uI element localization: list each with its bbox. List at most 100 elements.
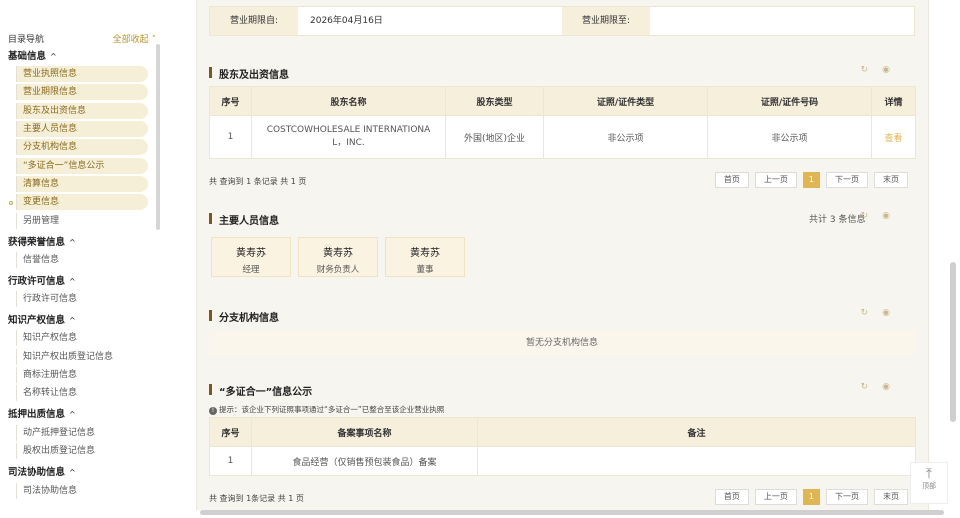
- view-detail-link[interactable]: 查看: [871, 115, 916, 159]
- eye-icon[interactable]: ◉: [882, 65, 904, 75]
- refresh-icon[interactable]: ↻: [861, 211, 883, 221]
- refresh-icon[interactable]: ↻: [861, 308, 883, 318]
- group-mortgage[interactable]: 抵押出质信息 ^: [8, 406, 76, 420]
- multi-cert-table: 序号 备案事项名称 备注 1 食品经营（仅销售预包装食品）备案: [209, 417, 916, 476]
- group-honors[interactable]: 获得荣誉信息 ^: [8, 234, 76, 248]
- first-page-button[interactable]: 首页: [714, 172, 749, 188]
- collapse-all-button[interactable]: 全部收起 ˄: [113, 32, 156, 45]
- last-page-button[interactable]: 末页: [874, 489, 908, 505]
- sidebar-item-personnel[interactable]: 主要人员信息: [16, 121, 148, 137]
- group-admin-license[interactable]: 行政许可信息 ^: [8, 273, 76, 287]
- personnel-title: 主要人员信息: [209, 212, 279, 227]
- multi-cert-hint-text: 提示：该企业下列证照事项通过“多证合一”已整合至该企业营业执照: [219, 405, 445, 414]
- cell-name: COSTCOWHOLESALE INTERNATIONAL，INC.: [251, 115, 446, 159]
- multi-cert-table-wrap: 序号 备案事项名称 备注 1 食品经营（仅销售预包装食品）备案: [209, 417, 916, 476]
- sidebar-item-multi-cert[interactable]: “多证合一”信息公示: [16, 158, 148, 174]
- eye-icon[interactable]: ◉: [882, 211, 904, 221]
- page-1-button[interactable]: 1: [802, 172, 820, 188]
- page-1-button[interactable]: 1: [802, 489, 820, 505]
- back-to-top-label: 顶部: [922, 482, 936, 490]
- table-header-row: 序号 备案事项名称 备注: [209, 417, 916, 447]
- business-term-row: 营业期限自: 2026年04月16日 营业期限至:: [209, 6, 915, 36]
- shareholders-table-wrap: 序号 股东名称 股东类型 证照/证件类型 证照/证件号码 详情 1 COSTCO…: [209, 86, 916, 159]
- col-id-type: 证照/证件类型: [543, 86, 708, 116]
- sidebar-item-liquidation[interactable]: 清算信息: [16, 176, 148, 192]
- next-page-button[interactable]: 下一页: [826, 172, 868, 188]
- table-row: 1 COSTCOWHOLESALE INTERNATIONAL，INC. 外国(…: [209, 115, 916, 159]
- branches-tools: ↻◉: [861, 308, 904, 318]
- cell-type: 外国(地区)企业: [445, 115, 544, 159]
- table-header-row: 序号 股东名称 股东类型 证照/证件类型 证照/证件号码 详情: [209, 86, 916, 116]
- eye-icon[interactable]: ◉: [882, 382, 904, 392]
- sidebar-item-chattel-mortgage[interactable]: 动产抵押登记信息: [16, 425, 148, 441]
- person-name: 黄寿苏: [410, 248, 440, 259]
- multi-cert-title: “多证合一”信息公示: [209, 383, 312, 398]
- sidebar-item-business-term[interactable]: 营业期限信息: [16, 84, 148, 100]
- shareholders-title: 股东及出资信息: [209, 66, 289, 81]
- person-card[interactable]: 黄寿苏 财务负责人: [298, 237, 378, 277]
- sidebar-header: 目录导航 全部收起 ˄: [8, 32, 156, 45]
- next-page-button[interactable]: 下一页: [826, 489, 868, 505]
- term-to-label: 营业期限至:: [562, 7, 650, 35]
- branches-title: 分支机构信息: [209, 309, 279, 324]
- prev-page-button[interactable]: 上一页: [754, 489, 797, 505]
- sidebar-item-admin-license[interactable]: 行政许可信息: [16, 291, 148, 307]
- refresh-icon[interactable]: ↻: [861, 65, 883, 75]
- multi-cert-hint: ! 提示：该企业下列证照事项通过“多证合一”已整合至该企业营业执照: [209, 404, 444, 415]
- multi-cert-tools: ↻◉: [861, 382, 904, 392]
- col-type: 股东类型: [445, 86, 544, 116]
- horizontal-scrollbar[interactable]: [200, 510, 944, 515]
- cell-id-no: 非公示项: [707, 115, 872, 159]
- table-row: 1 食品经营（仅销售预包装食品）备案: [209, 446, 916, 476]
- cell-no: 1: [209, 115, 252, 159]
- sidebar-item-changes[interactable]: 变更信息: [16, 194, 148, 210]
- sidebar-item-ip[interactable]: 知识产权信息: [16, 330, 148, 346]
- first-page-button[interactable]: 首页: [714, 489, 749, 505]
- sidebar-item-shareholders[interactable]: 股东及出资信息: [16, 103, 148, 119]
- multi-cert-pager-info: 共 查询到 1条记录 共 1 页: [209, 494, 304, 503]
- sidebar-item-name-transfer[interactable]: 名称转让信息: [16, 385, 148, 401]
- personnel-tools: ↻◉: [861, 211, 904, 221]
- last-page-button[interactable]: 末页: [874, 172, 908, 188]
- col-no: 序号: [209, 86, 252, 116]
- current-position-dot: [9, 201, 13, 205]
- term-from-value: 2026年04月16日: [310, 16, 383, 26]
- sidebar-item-equity-pledge[interactable]: 股权出质登记信息: [16, 443, 148, 459]
- shareholders-table: 序号 股东名称 股东类型 证照/证件类型 证照/证件号码 详情 1 COSTCO…: [209, 86, 916, 159]
- person-card[interactable]: 黄寿苏 董事: [385, 237, 465, 277]
- col-id-no: 证照/证件号码: [707, 86, 872, 116]
- shareholders-pager-info: 共 查询到 1 条记录 共 1 页: [209, 177, 307, 186]
- sidebar-item-credit[interactable]: 信誉信息: [16, 252, 148, 268]
- sidebar-item-branches[interactable]: 分支机构信息: [16, 139, 148, 155]
- person-card[interactable]: 黄寿苏 经理: [211, 237, 291, 277]
- col-note: 备注: [477, 417, 916, 447]
- col-name: 股东名称: [251, 86, 446, 116]
- group-ip[interactable]: 知识产权信息 ^: [8, 312, 76, 326]
- info-icon: !: [209, 407, 217, 415]
- branches-empty: 暂无分支机构信息: [209, 330, 915, 356]
- person-role: 经理: [242, 265, 260, 275]
- refresh-icon[interactable]: ↻: [861, 382, 883, 392]
- sidebar-item-ip-pledge[interactable]: 知识产权出质登记信息: [16, 349, 148, 365]
- cell-note: [477, 446, 916, 476]
- sidebar-scrollbar[interactable]: [156, 44, 160, 230]
- eye-icon[interactable]: ◉: [882, 308, 904, 318]
- cell-no: 1: [209, 446, 252, 476]
- col-no: 序号: [209, 417, 252, 447]
- group-judicial[interactable]: 司法协助信息 ^: [8, 464, 76, 478]
- vertical-scrollbar[interactable]: [950, 262, 956, 422]
- sidebar-title: 目录导航: [8, 35, 45, 45]
- shareholders-pager: 首页 上一页 1 下一页 末页: [709, 172, 908, 188]
- col-item-name: 备案事项名称: [251, 417, 478, 447]
- sidebar-item-abnormal-list[interactable]: 另册管理: [16, 213, 148, 229]
- personnel-count: 共计 3 条信息: [809, 215, 866, 225]
- person-name: 黄寿苏: [236, 248, 266, 259]
- sidebar-item-business-license[interactable]: 营业执照信息: [16, 66, 148, 82]
- back-to-top-button[interactable]: ⤒ 顶部: [910, 462, 948, 504]
- sidebar-item-trademark[interactable]: 商标注册信息: [16, 367, 148, 383]
- person-role: 董事: [416, 265, 434, 275]
- person-role: 财务负责人: [316, 265, 360, 275]
- group-basic-info[interactable]: 基础信息 ^: [8, 48, 57, 62]
- prev-page-button[interactable]: 上一页: [754, 172, 797, 188]
- sidebar-item-judicial[interactable]: 司法协助信息: [16, 483, 148, 499]
